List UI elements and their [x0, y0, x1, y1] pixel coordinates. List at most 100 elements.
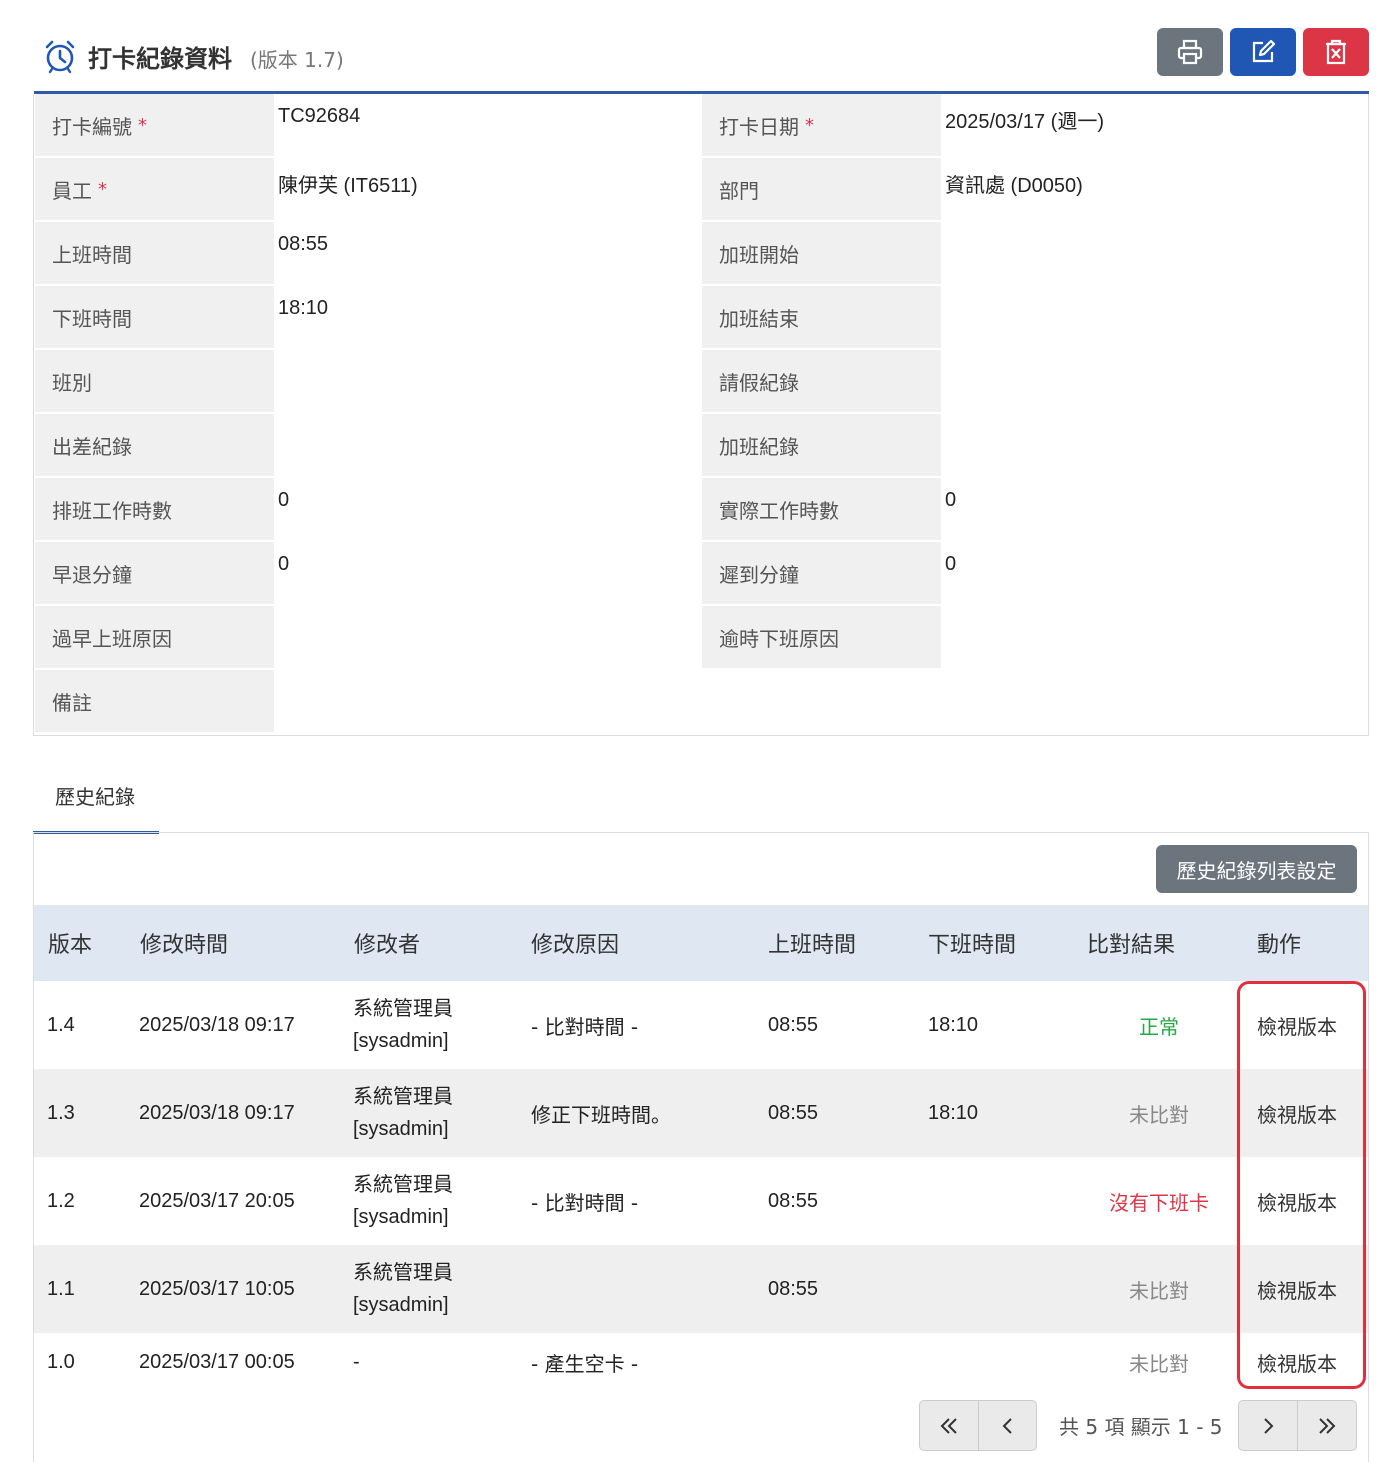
label-employee: 員工 *: [35, 158, 274, 220]
row-compare-result: 未比對: [1129, 1102, 1189, 1127]
row-modifier: 系統管理員 [sysadmin]: [353, 1157, 453, 1245]
row-compare-result: 未比對: [1129, 1351, 1189, 1376]
label-early-arrival-reason: 過早上班原因: [35, 606, 274, 668]
row-reason: - 比對時間 -: [531, 1014, 639, 1039]
row-time: 2025/03/17 10:05: [139, 1277, 295, 1300]
value-end-time: 18:10: [278, 297, 329, 319]
label-late-leave-reason: 逾時下班原因: [702, 606, 941, 668]
chevron-left-icon: [1002, 1417, 1012, 1434]
value-late-minutes: 0: [945, 553, 957, 575]
label-overtime-end: 加班結束: [702, 286, 941, 348]
col-end-time: 下班時間: [928, 933, 1017, 958]
col-reason: 修改原因: [531, 933, 620, 958]
row-reason: - 比對時間 -: [531, 1190, 639, 1215]
record-detail-form: 打卡編號 * TC92684 員工 * 陳伊芙 (IT6511) 上班時間 08:5…: [33, 94, 1369, 736]
row-time: 2025/03/18 09:17: [139, 1013, 295, 1036]
history-list-settings-button[interactable]: 歷史紀錄列表設定: [1156, 845, 1357, 893]
double-chevron-left-icon: [940, 1417, 957, 1434]
row-modifier-name: 系統管理員: [353, 1262, 453, 1284]
row-version: 1.4: [47, 1013, 75, 1036]
row-end-time: 18:10: [928, 1013, 979, 1036]
pagination-info: 共 5 項 顯示 1 - 5: [1059, 1415, 1223, 1439]
table-row: 1.1 2025/03/17 10:05 系統管理員 [sysadmin] 08…: [34, 1245, 1368, 1333]
table-row: 1.0 2025/03/17 00:05 - - 產生空卡 - 未比對 檢視版本: [34, 1333, 1368, 1391]
row-reason: - 產生空卡 -: [531, 1351, 639, 1376]
view-version-link[interactable]: 檢視版本: [1257, 1333, 1337, 1391]
row-modifier-id: [sysadmin]: [353, 1294, 449, 1316]
row-modifier: 系統管理員 [sysadmin]: [353, 981, 453, 1069]
view-version-link[interactable]: 檢視版本: [1257, 1069, 1337, 1157]
row-compare-result: 正常: [1139, 1014, 1179, 1039]
alarm-clock-icon: [45, 40, 75, 74]
first-page-button[interactable]: [920, 1401, 978, 1450]
label-early-leave: 早退分鐘: [35, 542, 274, 604]
row-start-time: 08:55: [768, 1189, 819, 1212]
toolbar: [1157, 28, 1369, 76]
col-start-time: 上班時間: [768, 933, 857, 958]
col-modified-time: 修改時間: [140, 933, 229, 958]
edit-button[interactable]: [1230, 28, 1296, 76]
row-start-time: 08:55: [768, 1277, 819, 1300]
label-scheduled-hours: 排班工作時數: [35, 478, 274, 540]
prev-page-button[interactable]: [978, 1401, 1036, 1450]
row-start-time: 08:55: [768, 1013, 819, 1036]
history-panel: 歷史紀錄列表設定 版本 修改時間 修改者 修改原因 上班時間 下班時間 比對結果…: [33, 833, 1369, 1462]
delete-button[interactable]: [1303, 28, 1369, 76]
next-page-button[interactable]: [1239, 1401, 1297, 1450]
row-modifier-name: 系統管理員: [353, 998, 453, 1020]
row-modifier-name: 系統管理員: [353, 1086, 453, 1108]
row-version: 1.1: [47, 1277, 75, 1300]
row-modifier: 系統管理員 [sysadmin]: [353, 1069, 453, 1157]
value-scheduled-hours: 0: [278, 489, 290, 511]
tab-history[interactable]: 歷史紀錄: [33, 772, 159, 834]
row-time: 2025/03/17 00:05: [139, 1350, 295, 1373]
label-start-time: 上班時間: [35, 222, 274, 284]
row-compare-result: 未比對: [1129, 1278, 1189, 1303]
row-start-time: 08:55: [768, 1101, 819, 1124]
label-punch-id: 打卡編號 *: [35, 94, 274, 156]
row-modifier: -: [353, 1350, 360, 1373]
col-modifier: 修改者: [354, 933, 421, 958]
label-overtime-record: 加班紀錄: [702, 414, 941, 476]
chevron-right-icon: [1264, 1417, 1274, 1434]
label-late-minutes: 遲到分鐘: [702, 542, 941, 604]
version-label: (版本 1.7): [250, 47, 344, 72]
edit-icon: [1252, 39, 1276, 63]
label-punch-date: 打卡日期 *: [702, 94, 941, 156]
label-shift: 班別: [35, 350, 274, 412]
row-compare-result: 沒有下班卡: [1109, 1190, 1209, 1215]
page-header: 打卡紀錄資料 (版本 1.7): [34, 28, 1369, 94]
value-punch-date: 2025/03/17 (週一): [945, 111, 1104, 133]
printer-icon: [1177, 39, 1203, 65]
pagination-prev-group: [919, 1400, 1037, 1451]
value-department: 資訊處 (D0050): [945, 175, 1083, 197]
value-early-leave: 0: [278, 553, 290, 575]
row-modifier-name: 系統管理員: [353, 1174, 453, 1196]
row-end-time: 18:10: [928, 1101, 979, 1124]
table-row: 1.3 2025/03/18 09:17 系統管理員 [sysadmin] 修正…: [34, 1069, 1368, 1157]
label-end-time: 下班時間: [35, 286, 274, 348]
label-business-trip: 出差紀錄: [35, 414, 274, 476]
row-version: 1.2: [47, 1189, 75, 1212]
table-row: 1.4 2025/03/18 09:17 系統管理員 [sysadmin] - …: [34, 981, 1368, 1069]
view-version-link[interactable]: 檢視版本: [1257, 1157, 1337, 1245]
table-row: 1.2 2025/03/17 20:05 系統管理員 [sysadmin] - …: [34, 1157, 1368, 1245]
row-modifier: 系統管理員 [sysadmin]: [353, 1245, 453, 1333]
row-modifier-id: [sysadmin]: [353, 1118, 449, 1140]
label-actual-hours: 實際工作時數: [702, 478, 941, 540]
last-page-button[interactable]: [1297, 1401, 1355, 1450]
label-leave-record: 請假紀錄: [702, 350, 941, 412]
page-title: 打卡紀錄資料: [88, 44, 232, 73]
view-version-link[interactable]: 檢視版本: [1257, 1245, 1337, 1333]
value-start-time: 08:55: [278, 233, 329, 255]
print-button[interactable]: [1157, 28, 1223, 76]
double-chevron-right-icon: [1318, 1417, 1335, 1434]
col-compare-result: 比對結果: [1087, 933, 1176, 958]
view-version-link[interactable]: 檢視版本: [1257, 981, 1337, 1069]
label-department: 部門: [702, 158, 941, 220]
row-reason: 修正下班時間。: [531, 1102, 671, 1127]
row-modifier-id: [sysadmin]: [353, 1030, 449, 1052]
row-version: 1.3: [47, 1101, 75, 1124]
row-version: 1.0: [47, 1350, 75, 1373]
col-version: 版本: [48, 933, 93, 958]
